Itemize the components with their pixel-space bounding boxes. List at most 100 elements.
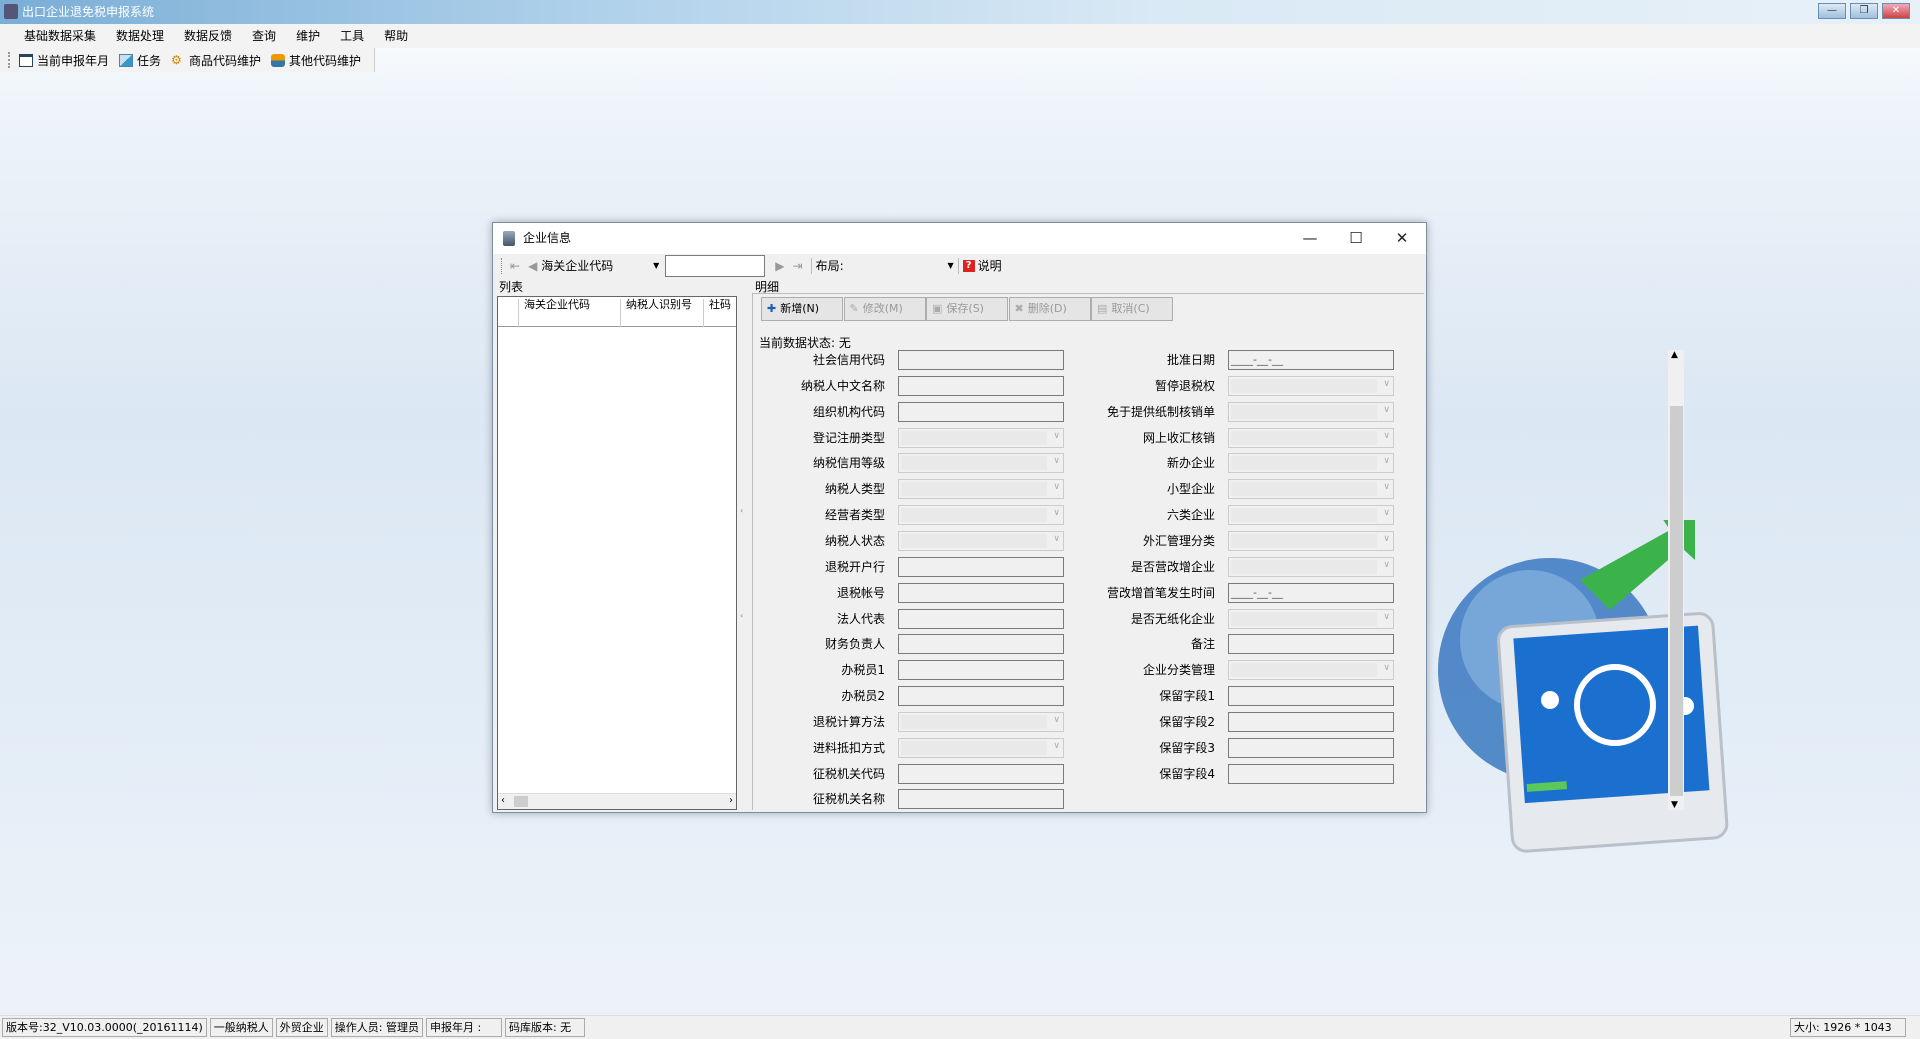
dialog-minimize-button[interactable]: —	[1287, 223, 1333, 254]
field-input[interactable]	[898, 686, 1064, 707]
dialog-title-bar: 企业信息 — ☐ ✕	[493, 223, 1426, 254]
field-label: 网上收汇核销	[1142, 430, 1215, 445]
field-input[interactable]	[1228, 711, 1394, 732]
field-select[interactable]: ∨	[1228, 453, 1394, 474]
field-input[interactable]	[1228, 634, 1394, 655]
help-button[interactable]: ? 说明	[962, 257, 1002, 274]
field-input[interactable]	[898, 634, 1064, 655]
chevron-down-icon: ∨	[1053, 533, 1060, 544]
field-select[interactable]: ∨	[898, 479, 1064, 500]
list-panel-label: 列表	[499, 280, 524, 294]
action-button-2[interactable]: ▣ 保存(S)	[926, 297, 1008, 321]
field-label: 保留字段1	[1159, 689, 1215, 704]
field-select[interactable]: ∨	[1228, 505, 1394, 526]
field-select[interactable]: ∨	[1228, 556, 1394, 577]
field-select[interactable]: ∨	[898, 505, 1064, 526]
field-input[interactable]	[898, 350, 1064, 370]
column-header-credit-code[interactable]: 社码	[703, 299, 736, 327]
first-record-icon[interactable]: ⇤	[510, 259, 520, 273]
field-label: 是否营改增企业	[1130, 559, 1215, 574]
detail-vertical-scrollbar[interactable]: ▲ ▼	[1668, 350, 1684, 810]
action-button-4[interactable]: ▤ 取消(C)	[1091, 297, 1173, 321]
field-label: 纳税人状态	[824, 533, 885, 548]
menu-data-feedback[interactable]: 数据反馈	[174, 24, 242, 48]
field-input[interactable]	[1228, 763, 1394, 784]
minimize-button[interactable]: —	[1818, 3, 1846, 19]
field-label: 保留字段2	[1159, 714, 1215, 729]
field-input[interactable]: ____-__-__	[1228, 582, 1394, 603]
select-value	[1231, 482, 1377, 497]
panel-splitter[interactable]: ‹ ‹	[740, 296, 748, 810]
action-button-3[interactable]: ✖ 删除(D)	[1008, 297, 1091, 321]
field-label: 纳税信用等级	[812, 456, 885, 471]
other-code-button[interactable]: 其他代码维护	[271, 52, 361, 69]
field-select[interactable]: ∨	[1228, 479, 1394, 500]
field-input[interactable]: ____-__-__	[1228, 350, 1394, 370]
field-label: 保留字段3	[1159, 740, 1215, 755]
toolbar-grip[interactable]	[501, 257, 502, 274]
menu-maintenance[interactable]: 维护	[286, 24, 330, 48]
menu-data-processing[interactable]: 数据处理	[106, 24, 174, 48]
dialog-close-button[interactable]: ✕	[1379, 223, 1425, 254]
toolbar-grip[interactable]	[8, 52, 11, 68]
dialog-maximize-button[interactable]: ☐	[1333, 223, 1379, 254]
restore-button[interactable]: ❐	[1850, 3, 1878, 19]
field-select[interactable]: ∨	[898, 737, 1064, 758]
field-input[interactable]	[898, 763, 1064, 784]
chevron-down-icon: ∨	[1053, 714, 1060, 725]
detail-panel: ✚ 新增(N) ✎ 修改(M) ▣ 保存(S) ✖ 删除(D) ▤ 取消(C) 当前数据状态: 无…	[752, 293, 1684, 810]
current-period-button[interactable]: 当前申报年月	[19, 52, 109, 69]
product-code-button[interactable]: ⚙ 商品代码维护	[171, 52, 261, 69]
prev-record-icon[interactable]: ◀	[528, 259, 537, 273]
field-select[interactable]: ∨	[898, 711, 1064, 732]
menu-query[interactable]: 查询	[242, 24, 286, 48]
search-field-select[interactable]: 海关企业代码 ▼	[541, 257, 659, 274]
layout-select[interactable]: ▼	[844, 261, 953, 270]
action-button-0[interactable]: ✚ 新增(N)	[761, 297, 843, 321]
scroll-thumb[interactable]	[1670, 406, 1683, 796]
field-select[interactable]: ∨	[1228, 427, 1394, 448]
scroll-right-icon[interactable]: ›	[729, 795, 733, 806]
chevron-down-icon: ∨	[1383, 663, 1390, 674]
field-input[interactable]	[1228, 686, 1394, 707]
last-record-icon[interactable]: ⇥	[793, 259, 803, 273]
close-button[interactable]: ✕	[1882, 3, 1910, 19]
field-input[interactable]	[1228, 737, 1394, 758]
field-input[interactable]	[898, 660, 1064, 681]
field-select[interactable]: ∨	[898, 530, 1064, 551]
scroll-up-icon[interactable]: ▲	[1671, 350, 1678, 360]
list-horizontal-scrollbar[interactable]: ‹ ›	[498, 793, 736, 809]
field-input[interactable]	[898, 789, 1064, 810]
field-label: 财务负责人	[824, 637, 885, 652]
field-select[interactable]: ∨	[1228, 401, 1394, 422]
column-header-taxpayer-id[interactable]: 纳税人识别号	[620, 299, 700, 327]
field-input[interactable]	[898, 556, 1064, 577]
field-input[interactable]	[898, 401, 1064, 422]
field-select[interactable]: ∨	[898, 453, 1064, 474]
record-list-grid[interactable]: 海关企业代码 纳税人识别号 社码 ‹ ›	[497, 296, 737, 810]
field-select[interactable]: ∨	[1228, 530, 1394, 551]
scroll-left-icon[interactable]: ‹	[501, 795, 505, 806]
field-input[interactable]	[898, 375, 1064, 396]
scroll-thumb[interactable]	[514, 796, 528, 807]
search-input[interactable]	[665, 254, 766, 277]
next-record-icon[interactable]: ▶	[775, 259, 784, 273]
app-icon	[4, 4, 18, 19]
menu-basic-data[interactable]: 基础数据采集	[14, 24, 106, 48]
field-input[interactable]	[898, 582, 1064, 603]
field-input[interactable]	[898, 608, 1064, 629]
action-button-1[interactable]: ✎ 修改(M)	[843, 297, 926, 321]
field-select[interactable]: ∨	[1228, 375, 1394, 396]
help-icon: ?	[962, 259, 975, 272]
field-label: 办税员1	[841, 663, 885, 678]
chevron-down-icon: ∨	[1053, 482, 1060, 493]
scroll-down-icon[interactable]: ▼	[1671, 800, 1678, 810]
field-select[interactable]: ∨	[1228, 608, 1394, 629]
column-header-customs-code[interactable]: 海关企业代码	[518, 299, 618, 327]
task-button[interactable]: 任务	[119, 52, 161, 69]
chevron-down-icon: ∨	[1383, 611, 1390, 622]
field-select[interactable]: ∨	[1228, 660, 1394, 681]
field-select[interactable]: ∨	[898, 427, 1064, 448]
menu-help[interactable]: 帮助	[374, 24, 418, 48]
menu-tools[interactable]: 工具	[330, 24, 374, 48]
